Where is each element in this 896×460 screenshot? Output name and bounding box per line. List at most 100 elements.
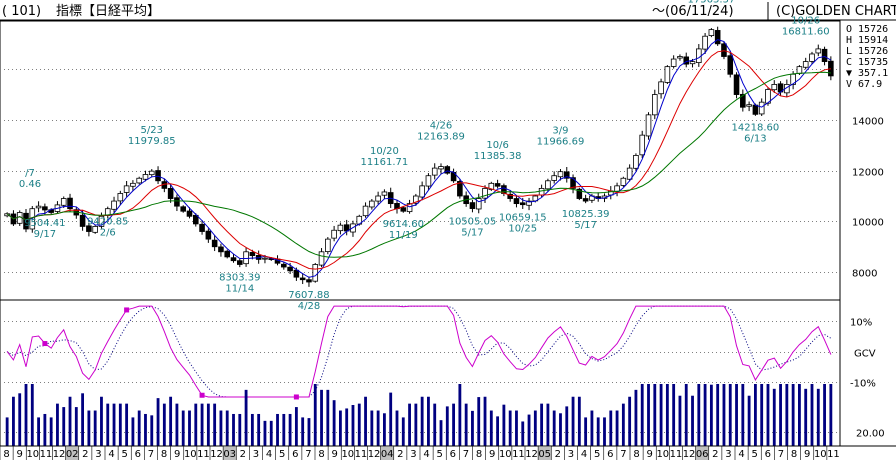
candle-body [614, 185, 620, 192]
candle-body [79, 214, 86, 227]
candle-body [155, 170, 161, 182]
x-tick-label: 6 [135, 449, 141, 460]
x-tick-label: 10 [814, 449, 827, 460]
candle-body [123, 185, 130, 193]
candle-body [752, 104, 759, 115]
x-tick-label: 7 [148, 449, 154, 460]
candle-body [758, 101, 765, 115]
candle-body [670, 58, 677, 67]
candle-body [639, 134, 646, 156]
candle-body [545, 180, 551, 190]
osc-tick-label: 10% [850, 318, 872, 329]
date-range: ～(06/11/24) [652, 4, 734, 19]
candle-body [802, 61, 809, 68]
x-tick-label: 3 [95, 449, 101, 460]
candle-body [281, 263, 287, 268]
x-tick-label: 8 [476, 449, 482, 460]
x-tick-label: 5 [122, 449, 128, 460]
candle-body [796, 66, 803, 74]
annotation-line2: 11966.69 [537, 137, 585, 148]
candle-body [746, 104, 752, 107]
x-tick-label: 9 [332, 449, 338, 460]
x-tick-label: 4 [108, 449, 114, 460]
candle-body [538, 187, 545, 196]
candle-body [431, 167, 438, 176]
annotation-line1: 7607.88 [288, 290, 329, 301]
candle-body [287, 266, 293, 272]
x-tick-label: 8 [161, 449, 167, 460]
x-tick-label: 9 [17, 449, 23, 460]
candle-body [60, 198, 67, 206]
candle-body [400, 207, 407, 212]
candle-body [419, 185, 425, 198]
candle-body [658, 81, 664, 95]
candle-body [186, 210, 193, 217]
annotation-line2: 5/17 [461, 228, 483, 239]
candle-body [482, 187, 488, 199]
candle-body [136, 177, 142, 184]
x-tick-label: 11 [512, 449, 525, 460]
candle-body [708, 29, 715, 37]
x-tick-label: 8 [318, 449, 324, 460]
ohlc-row: C 15735 [846, 57, 888, 68]
candle-body [262, 257, 268, 260]
candle-body [299, 277, 306, 281]
x-tick-label: 6 [292, 449, 298, 460]
annotation-line2: 0.46 [19, 179, 41, 190]
candle-body [67, 197, 73, 210]
x-tick-label: 3 [253, 449, 259, 460]
candle-body [369, 200, 375, 208]
ohlc-row: ▼ 357.1 [846, 68, 888, 79]
candle-body [148, 170, 155, 176]
x-tick-label: 06 [696, 449, 709, 460]
ticker-code: ( 101) [2, 4, 41, 19]
ohlc-row: L 15726 [846, 46, 888, 57]
x-tick-label: 11 [827, 449, 840, 460]
candle-body [230, 257, 237, 262]
candle-body [42, 206, 48, 211]
candle-body [218, 246, 224, 253]
annotation-line2: 5/17 [574, 220, 596, 231]
price-annotation: 4/717563.37 [688, 0, 736, 6]
ohlc-row: O 15726 [846, 24, 888, 35]
x-tick-label: 10 [26, 449, 39, 460]
x-tick-label: 10 [499, 449, 512, 460]
candle-body [821, 48, 828, 62]
x-tick-label: 7 [620, 449, 626, 460]
x-tick-label: 11 [355, 449, 368, 460]
candle-body [205, 230, 212, 240]
candle-body [117, 193, 124, 202]
x-tick-label: 03 [223, 449, 236, 460]
x-tick-label: 04 [381, 449, 394, 460]
candle-body [337, 224, 344, 232]
candle-body [582, 198, 589, 202]
candle-body [381, 191, 388, 196]
x-tick-label: 12 [210, 449, 223, 460]
annotation-line2: 17563.37 [688, 0, 736, 6]
ohlc-readout: O 15726H 15914L 15726C 15735▼ 357.1V 67.… [842, 21, 896, 99]
candle-body [519, 202, 526, 206]
candle-body [469, 202, 476, 209]
x-tick-label: 6 [450, 449, 456, 460]
candle-body [652, 94, 658, 116]
x-tick-label: 3 [725, 449, 731, 460]
candle-body [318, 251, 325, 266]
x-tick-label: 4 [423, 449, 429, 460]
x-tick-label: 7 [463, 449, 469, 460]
candle-body [249, 252, 256, 257]
candle-body [721, 43, 727, 57]
candle-body [809, 53, 815, 62]
x-tick-label: 2 [712, 449, 718, 460]
x-tick-label: 11 [670, 449, 683, 460]
annotation-line1: 9504.41 [24, 218, 65, 229]
x-tick-label: 6 [607, 449, 613, 460]
oscillator-marker [293, 394, 299, 400]
price-tick-label: 8000 [852, 269, 877, 280]
annotation-line1: 3/9 [552, 126, 568, 137]
candle-body [551, 175, 557, 181]
candle-body [130, 182, 136, 187]
x-tick-label: 05 [538, 449, 551, 460]
annotation-line2: 11161.71 [361, 157, 409, 168]
candle-body [199, 223, 205, 232]
x-tick-label: 12 [368, 449, 381, 460]
